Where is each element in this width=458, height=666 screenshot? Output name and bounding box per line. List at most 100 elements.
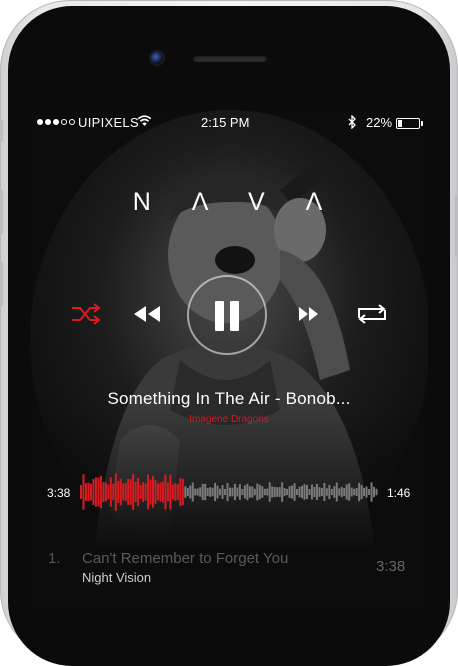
rewind-button[interactable] [132,304,162,324]
waveform-bar [97,477,100,507]
waveform-bar [80,485,82,499]
waveform-bar [241,488,244,496]
song-artist[interactable]: Imagene Dragons [30,414,428,425]
waveform-bar [340,486,343,498]
waveform-bar [161,481,164,503]
waveform-bar [104,482,107,502]
carrier-name: UIPIXELS [78,115,139,130]
waveform-scrubber[interactable] [80,472,378,512]
waveform-bar [191,482,194,502]
waveform-bar [233,483,236,501]
remaining-time: 1:46 [387,486,411,500]
signal-dot [45,119,51,125]
waveform-bar [251,486,254,498]
waveform-bar [363,487,366,497]
signal-dot [53,119,59,125]
waveform-bar [325,488,328,496]
waveform-bar [286,488,289,496]
waveform-bar [333,486,336,498]
waveform-bar [147,474,150,510]
waveform-bar [214,482,217,502]
waveform-bar [263,488,266,496]
waveform-bar [375,488,378,496]
earpiece-speaker [193,55,267,62]
waveform-bar [216,485,219,499]
waveform-bar [271,486,274,498]
artist-background-photo [30,110,428,610]
waveform-bar [296,488,299,495]
waveform-bar [87,482,90,502]
signal-dot [37,119,43,125]
battery-icon [396,118,423,129]
repeat-icon [358,304,386,324]
waveform-bar [323,482,326,502]
waveform-bar [184,486,187,498]
signal-dot [61,119,67,125]
waveform-bar [224,488,227,496]
waveform-bar [348,483,351,501]
waveform-bar [253,488,256,496]
waveform-bar [308,489,311,496]
waveform-bar [99,475,102,509]
waveform-bar [360,484,363,500]
waveform-bar [301,485,304,499]
repeat-button[interactable] [355,302,389,326]
waveform-bar [159,482,162,502]
waveform-bar [129,479,132,505]
waveform-bar [189,485,192,499]
waveform-bar [137,477,140,507]
shuffle-icon [72,303,101,325]
app-logo: N Λ V Λ [132,188,340,216]
waveform-bar [186,487,189,497]
waveform-bar [107,484,110,500]
pause-icon [215,301,224,331]
shuffle-button[interactable] [70,302,102,326]
song-title: Something In The Air - Bonob... [107,389,351,408]
waveform-bar [149,479,152,505]
waveform-bar [171,484,174,500]
waveform-bar [201,483,204,501]
fast-forward-button[interactable] [297,304,321,324]
waveform-bar [122,483,125,501]
waveform-bar [261,486,264,498]
waveform-bar [236,487,239,497]
waveform-bar [350,487,353,497]
track-title: Can't Remember to Forget You [82,550,289,567]
waveform-bar [154,480,157,504]
waveform-bar [353,488,356,496]
waveform-bar [373,486,376,498]
waveform-bar [196,488,199,496]
volume-up-button [0,190,3,234]
waveform-bar [206,488,209,496]
waveform-bar [258,484,261,500]
waveform-bar [303,484,306,500]
waveform-bar [231,487,234,497]
pause-button[interactable] [187,275,267,355]
waveform-bar [330,488,333,496]
waveform-bar [102,482,105,502]
waveform-bar [112,483,115,501]
waveform-bar [291,485,294,499]
track-number: 1. [48,550,61,567]
waveform-bar [204,483,207,501]
waveform-bar [124,482,127,502]
waveform-bar [156,483,159,501]
rewind-icon [134,306,160,322]
waveform-bar [114,473,117,511]
waveform-bar [226,482,229,502]
waveform-bar [82,474,85,510]
waveform-bar [84,483,87,501]
track-artist: Night Vision [82,570,152,585]
waveform-bar [194,488,197,496]
phone-frame: UIPIXELS 2:15 PM 22% N Λ V Λ Something I… [0,0,458,666]
waveform-bar [246,483,249,501]
waveform-bar [256,483,259,501]
waveform-bar [229,487,231,497]
waveform-bar [315,483,318,501]
waveform-bar [266,488,269,496]
waveform-bar [176,483,179,501]
waveform-bar [313,486,316,498]
waveform-bar [368,488,371,496]
waveform-bar [365,486,368,498]
waveform-bar [127,479,130,505]
